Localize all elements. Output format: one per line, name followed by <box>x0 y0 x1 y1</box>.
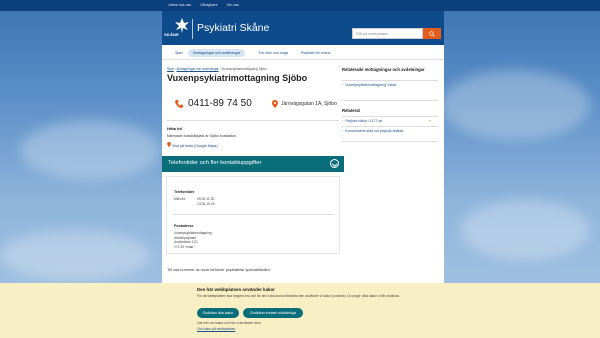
see-also-label[interactable]: Kommunens stöd vid psykisk ohälsa <box>345 129 403 133</box>
chevron-right-icon: › <box>342 119 344 123</box>
breadcrumb-link-mottagningar[interactable]: Mottagningar och avdelningar <box>177 67 219 71</box>
address-text: Järnvägsgatan 1A, Sjöbo <box>281 101 337 107</box>
page-content: Start › Mottagningar och avdelningar › V… <box>162 60 444 290</box>
utility-bar: Jobba hos oss Vårdgivare Om oss <box>0 0 600 11</box>
address-contact: Järnvägsgatan 1A, Sjöbo <box>272 100 337 108</box>
main-navigation: Start Mottagningar och avdelningar För d… <box>162 45 444 60</box>
related-units-heading: Relaterade mottagningar och avdelningar <box>342 67 425 72</box>
nav-item-mottagningar[interactable]: Mottagningar och avdelningar <box>188 49 246 57</box>
postal-address-heading: Postadress <box>174 224 194 228</box>
see-also-label[interactable]: Psykisk hälsa i 1177.se <box>345 119 382 123</box>
search-icon <box>429 31 435 37</box>
cookie-small-text: Läs mer om kakor och hur vi använder dem… <box>197 321 262 325</box>
see-also-heading: Relaterat <box>342 108 360 113</box>
cookie-info-link[interactable]: Om kakor på webbplatsen <box>197 327 235 331</box>
utility-link-providers[interactable]: Vårdgivare <box>200 2 217 8</box>
contact-accordion-toggle[interactable]: Telefontider och fler kontaktuppgifter <box>162 156 344 172</box>
phone-times-hours-1: 09.00-11.30 <box>197 197 215 201</box>
external-link-icon: ↗ <box>428 119 431 123</box>
utility-link-jobs[interactable]: Jobba hos oss <box>168 2 191 8</box>
background-cloud <box>20 120 160 180</box>
phone-times-day: Mån-fre <box>174 197 186 201</box>
cookie-title: Den här webbplatsen använder kakor <box>197 287 275 292</box>
divider <box>167 120 339 121</box>
chevron-down-icon <box>330 159 339 168</box>
postal-line: 271 30 Ystad <box>174 244 194 249</box>
divider <box>342 100 438 101</box>
divider <box>342 126 438 127</box>
accordion-label: Telefontider och fler kontaktuppgifter <box>168 160 262 166</box>
related-unit-label[interactable]: Vuxenpsykiatrimottagning Ystad <box>345 83 396 87</box>
utility-link-about[interactable]: Om oss <box>227 2 239 8</box>
phone-contact[interactable]: 0411-89 74 50 <box>174 98 252 109</box>
cookie-banner: Den här webbplatsen använder kakor För a… <box>0 283 600 338</box>
chevron-right-icon: › <box>342 83 344 87</box>
phone-icon <box>175 99 183 108</box>
chevron-right-icon: › <box>342 129 344 133</box>
nav-item-start[interactable]: Start <box>170 49 188 57</box>
intro-text: Till oss kommer du som behöver psykiatri… <box>167 267 271 272</box>
see-also-link-kommun[interactable]: › Kommunens stöd vid psykisk ohälsa <box>342 129 432 134</box>
nav-item-barn-unga[interactable]: För dom och unga <box>254 49 293 57</box>
find-us-text: Närmaste busshållplats är Sjöbo busstati… <box>167 134 238 138</box>
map-link[interactable]: Visa på karta (Google Maps) <box>167 142 218 148</box>
divider <box>342 141 438 142</box>
divider <box>342 80 438 81</box>
related-unit-link[interactable]: › Vuxenpsykiatrimottagning Ystad <box>342 83 432 88</box>
site-title[interactable]: Psykiatri Skåne <box>197 22 269 34</box>
background-cloud <box>460 200 590 260</box>
accordion-panel: Telefontider Mån-fre 09.00-11.30 13.00-1… <box>166 176 340 254</box>
phone-times-heading: Telefontider <box>174 190 195 194</box>
divider <box>342 116 438 117</box>
map-link-label[interactable]: Visa på karta (Google Maps) <box>172 144 218 148</box>
cookie-text: För att webbplatsen ska fungera bra och … <box>197 294 400 298</box>
page-title: Vuxenpsykiatrimottagning Sjöbo <box>167 73 308 83</box>
logo-text: SKÅNE <box>164 32 180 37</box>
breadcrumb-separator: › <box>174 67 176 71</box>
phone-number[interactable]: 0411-89 74 50 <box>188 98 252 109</box>
breadcrumb-current: Vuxenpsykiatrimottagning Sjöbo <box>221 67 267 71</box>
location-pin-icon <box>272 100 278 108</box>
background-cloud <box>0 230 150 280</box>
search-input[interactable]: Sök på webbplatsen <box>352 28 423 39</box>
accept-all-cookies-button[interactable]: Godkänn alla kakor <box>197 308 239 318</box>
search-button[interactable] <box>423 28 441 39</box>
nav-item-vuxna[interactable]: Psykiatri för vuxna <box>296 49 335 57</box>
find-us-heading: Hitta hit <box>167 126 182 131</box>
site-header: SKÅNE Psykiatri Skåne Sök på webbplatsen <box>162 11 444 45</box>
breadcrumb: Start › Mottagningar och avdelningar › V… <box>167 67 267 71</box>
breadcrumb-link-start[interactable]: Start <box>167 67 174 71</box>
see-also-link-1177[interactable]: › Psykisk hälsa i 1177.se <box>342 119 432 124</box>
background-cloud <box>440 70 590 140</box>
map-pin-icon <box>167 142 171 147</box>
accept-necessary-cookies-button[interactable]: Godkänn endast nödvändiga <box>243 308 303 318</box>
header-divider <box>192 19 193 39</box>
phone-times-hours-2: 13.00-15.00 <box>197 202 215 206</box>
divider <box>174 214 334 215</box>
